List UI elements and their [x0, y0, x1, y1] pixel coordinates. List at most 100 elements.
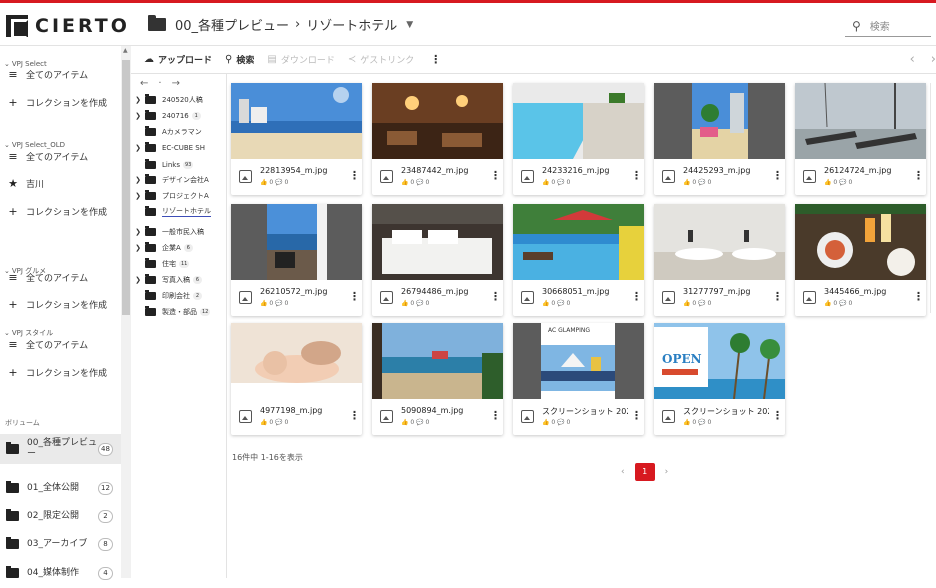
search-button[interactable]: ⚲ 検索 [225, 53, 254, 66]
asset-filename[interactable]: 5090894_m.jpg [401, 406, 487, 415]
page-next-icon[interactable]: › [665, 467, 669, 477]
scroll-up-icon[interactable]: ▲ [123, 47, 128, 54]
upload-button[interactable]: ☁ アップロード [144, 53, 212, 66]
asset-card[interactable]: 24233216_m.jpg 👍 0 💬 0 ⋮ [513, 83, 644, 195]
thumbs-up-icon[interactable]: 👍 [260, 179, 269, 186]
volume-item[interactable]: 03_アーカイブ 8 [0, 529, 121, 559]
comment-icon[interactable]: 💬 [557, 300, 566, 307]
app-logo[interactable]: CIERTO [6, 15, 130, 39]
asset-filename[interactable]: スクリーンショット 2024-... [683, 406, 769, 417]
comment-icon[interactable]: 💬 [839, 300, 848, 307]
sidebar-item[interactable]: ★ 吉川 [0, 170, 121, 196]
asset-thumbnail[interactable] [372, 204, 503, 280]
sidebar-item[interactable]: ≡ 全てのアイテム [0, 264, 121, 290]
sidebar-item[interactable]: + コレクションを作成 [0, 291, 121, 317]
sidebar-item[interactable]: ≡ 全てのアイテム [0, 61, 121, 87]
asset-filename[interactable]: 31277797_m.jpg [683, 287, 769, 296]
volume-item[interactable]: 04_媒体制作 4 [0, 558, 121, 588]
asset-thumbnail[interactable] [654, 204, 785, 280]
thumbs-up-icon[interactable]: 👍 [542, 300, 551, 307]
back-arrow-icon[interactable]: ← [140, 78, 148, 89]
asset-filename[interactable]: 26210572_m.jpg [260, 287, 346, 296]
breadcrumb-dropdown-icon[interactable]: ▼ [406, 20, 413, 30]
asset-card[interactable]: 24425293_m.jpg 👍 0 💬 0 ⋮ [654, 83, 785, 195]
tree-node[interactable]: ❯ 240520人稿 [131, 92, 203, 107]
thumbs-up-icon[interactable]: 👍 [683, 300, 692, 307]
asset-thumbnail[interactable] [795, 204, 926, 280]
asset-filename[interactable]: 24233216_m.jpg [542, 166, 628, 175]
more-options-icon[interactable]: ⋮ [430, 53, 441, 66]
more-options-icon[interactable]: ⋮ [631, 290, 642, 303]
tree-node[interactable]: ❯ 写真入稿 6 [131, 272, 202, 287]
comment-icon[interactable]: 💬 [275, 300, 284, 307]
more-options-icon[interactable]: ⋮ [490, 290, 501, 303]
asset-card[interactable]: 30668051_m.jpg 👍 0 💬 0 ⋮ [513, 204, 644, 316]
tree-node[interactable]: ❯ プロジェクトA [131, 188, 209, 203]
sidebar-item[interactable]: + コレクションを作成 [0, 89, 121, 115]
comment-icon[interactable]: 💬 [557, 419, 566, 426]
volume-item[interactable]: 02_限定公開 2 [0, 501, 121, 531]
asset-thumbnail[interactable] [231, 323, 362, 399]
tree-node[interactable]: リゾートホテル [131, 204, 211, 219]
comment-icon[interactable]: 💬 [698, 179, 707, 186]
guest-link-button[interactable]: ≺ ゲストリンク [348, 53, 414, 66]
thumbs-up-icon[interactable]: 👍 [683, 179, 692, 186]
thumbs-up-icon[interactable]: 👍 [683, 419, 692, 426]
asset-filename[interactable]: 3445466_m.jpg [824, 287, 910, 296]
more-options-icon[interactable]: ⋮ [490, 409, 501, 422]
chevron-right-icon[interactable]: ❯ [131, 112, 145, 120]
chevron-right-icon[interactable]: ❯ [131, 276, 145, 284]
comment-icon[interactable]: 💬 [557, 179, 566, 186]
thumbs-up-icon[interactable]: 👍 [401, 179, 410, 186]
tree-node[interactable]: Links 93 [131, 157, 194, 172]
chevron-right-icon[interactable]: › [931, 52, 936, 67]
more-options-icon[interactable]: ⋮ [490, 169, 501, 182]
asset-filename[interactable]: 22813954_m.jpg [260, 166, 346, 175]
more-options-icon[interactable]: ⋮ [349, 290, 360, 303]
asset-filename[interactable]: 4977198_m.jpg [260, 406, 346, 415]
asset-card[interactable]: 26210572_m.jpg 👍 0 💬 0 ⋮ [231, 204, 362, 316]
tree-node[interactable]: 住宅 11 [131, 256, 190, 271]
sidebar-item[interactable]: ≡ 全てのアイテム [0, 143, 121, 169]
chevron-right-icon[interactable]: ❯ [131, 96, 145, 104]
comment-icon[interactable]: 💬 [275, 179, 284, 186]
chevron-right-icon[interactable]: ❯ [131, 176, 145, 184]
asset-card[interactable]: 22813954_m.jpg 👍 0 💬 0 ⋮ [231, 83, 362, 195]
tree-node[interactable]: 製造・部品 12 [131, 304, 211, 319]
asset-thumbnail[interactable] [654, 83, 785, 159]
asset-card[interactable]: 5090894_m.jpg 👍 0 💬 0 ⋮ [372, 323, 503, 435]
asset-filename[interactable]: 26124724_m.jpg [824, 166, 910, 175]
asset-filename[interactable]: 26794486_m.jpg [401, 287, 487, 296]
more-options-icon[interactable]: ⋮ [631, 409, 642, 422]
tree-node[interactable]: Aカメラマン [131, 124, 202, 139]
chevron-left-icon[interactable]: ‹ [910, 52, 915, 67]
page-prev-icon[interactable]: ‹ [621, 467, 625, 477]
more-options-icon[interactable]: ⋮ [772, 409, 783, 422]
asset-filename[interactable]: 23487442_m.jpg [401, 166, 487, 175]
more-options-icon[interactable]: ⋮ [913, 290, 924, 303]
asset-thumbnail[interactable] [372, 83, 503, 159]
asset-card[interactable]: 3445466_m.jpg 👍 0 💬 0 ⋮ [795, 204, 926, 316]
comment-icon[interactable]: 💬 [698, 300, 707, 307]
forward-arrow-icon[interactable]: → [172, 78, 180, 89]
more-options-icon[interactable]: ⋮ [772, 169, 783, 182]
page-current[interactable]: 1 [634, 463, 655, 481]
asset-card[interactable]: 26794486_m.jpg 👍 0 💬 0 ⋮ [372, 204, 503, 316]
thumbs-up-icon[interactable]: 👍 [401, 300, 410, 307]
more-options-icon[interactable]: ⋮ [349, 409, 360, 422]
chevron-right-icon[interactable]: ❯ [131, 228, 145, 236]
thumbs-up-icon[interactable]: 👍 [260, 419, 269, 426]
comment-icon[interactable]: 💬 [416, 179, 425, 186]
asset-thumbnail[interactable] [513, 83, 644, 159]
asset-thumbnail[interactable] [231, 83, 362, 159]
sidebar-item[interactable]: ≡ 全てのアイテム [0, 331, 121, 357]
tree-node[interactable]: 印刷会社 2 [131, 288, 202, 303]
tree-node[interactable]: ❯ EC-CUBE SH [131, 140, 205, 155]
asset-card[interactable]: 31277797_m.jpg 👍 0 💬 0 ⋮ [654, 204, 785, 316]
asset-card[interactable]: 4977198_m.jpg 👍 0 💬 0 ⋮ [231, 323, 362, 435]
chevron-right-icon[interactable]: ❯ [131, 144, 145, 152]
asset-thumbnail[interactable] [795, 83, 926, 159]
comment-icon[interactable]: 💬 [275, 419, 284, 426]
chevron-right-icon[interactable]: ❯ [131, 192, 145, 200]
thumbs-up-icon[interactable]: 👍 [542, 179, 551, 186]
